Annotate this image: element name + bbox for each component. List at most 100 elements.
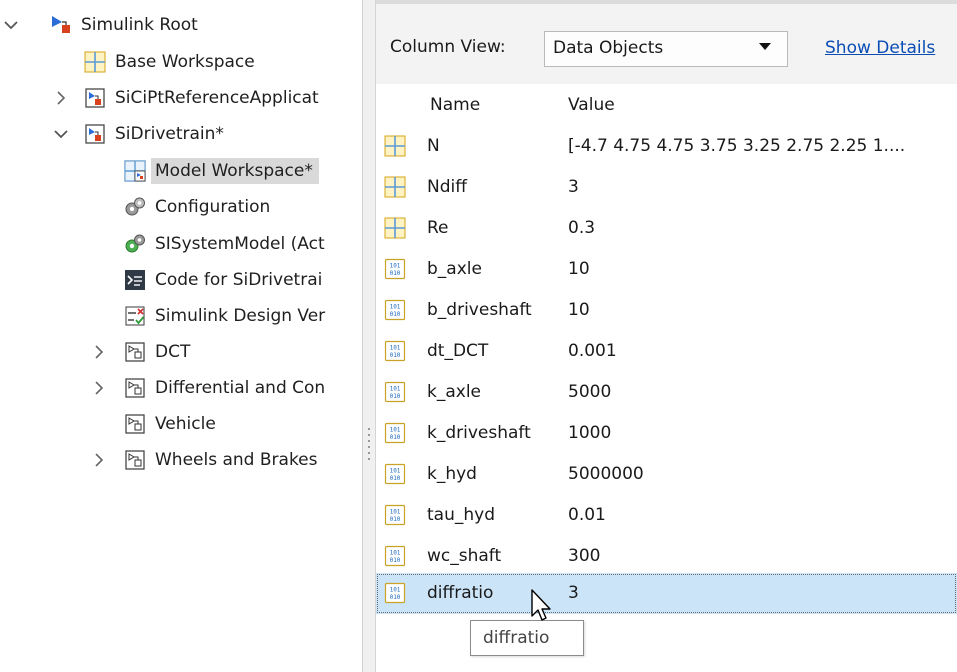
row-name: k_driveshaft: [427, 423, 531, 443]
row-value: 0.01: [568, 505, 606, 525]
binary-data-icon: [384, 422, 406, 444]
row-name: dt_DCT: [427, 341, 489, 361]
tree-node-label: Wheels and Brakes: [155, 450, 318, 470]
splitter-grip: [368, 452, 370, 454]
tree-node-configuration[interactable]: Configuration: [124, 190, 270, 224]
binary-data-icon: [384, 381, 406, 403]
tree-node-wheels-brakes[interactable]: Wheels and Brakes: [0, 443, 318, 477]
model-icon: [84, 87, 106, 109]
model-hierarchy-tree: Simulink Root Base Workspace SiCiPtRefer…: [0, 0, 362, 672]
row-name: diffratio: [427, 583, 494, 603]
row-value: [-4.7 4.75 4.75 3.75 3.25 2.75 2.25 1...…: [568, 136, 906, 156]
row-name: Re: [427, 218, 449, 238]
tree-node-design-verifier[interactable]: Simulink Design Ver: [124, 299, 325, 333]
pane-splitter[interactable]: [362, 0, 376, 672]
splitter-grip: [368, 440, 370, 442]
splitter-grip: [368, 434, 370, 436]
table-row[interactable]: Re 0.3: [376, 208, 957, 249]
tree-node-differential[interactable]: Differential and Con: [0, 371, 325, 405]
tree-node-label: Model Workspace*: [151, 158, 319, 184]
chevron-right-icon[interactable]: [88, 443, 110, 477]
gear-config-icon: [124, 196, 146, 218]
column-header-value[interactable]: Value: [568, 95, 615, 115]
column-view-label: Column View:: [390, 37, 506, 57]
table-row[interactable]: Ndiff 3: [376, 167, 957, 208]
tree-node-sidrivetrain[interactable]: SiDrivetrain*: [0, 117, 224, 151]
chevron-down-icon[interactable]: [50, 117, 72, 151]
tree-node-label: Vehicle: [155, 414, 216, 434]
mouse-pointer-icon: [531, 589, 551, 621]
row-value: 10: [568, 300, 590, 320]
tree-node-label: DCT: [155, 342, 191, 362]
table-row[interactable]: k_axle 5000: [376, 372, 957, 413]
tree-node-label: Base Workspace: [115, 52, 255, 72]
row-name: N: [427, 136, 440, 156]
row-name: wc_shaft: [427, 546, 502, 566]
tree-node-label: Simulink Design Ver: [155, 306, 326, 326]
row-name: k_hyd: [427, 464, 477, 484]
tree-node-model-workspace[interactable]: Model Workspace*: [124, 154, 319, 188]
subsystem-icon: [124, 341, 146, 363]
splitter-grip: [368, 458, 370, 460]
binary-data-icon: [384, 504, 406, 526]
name-tooltip: diffratio: [470, 620, 584, 656]
simulink-root-icon: [50, 14, 72, 36]
green-gear-config-icon: [124, 233, 146, 255]
binary-data-icon: [384, 340, 406, 362]
tree-node-vehicle[interactable]: Vehicle: [124, 407, 216, 441]
subsystem-icon: [124, 449, 146, 471]
table-row[interactable]: b_driveshaft 10: [376, 290, 957, 331]
binary-data-icon: [384, 299, 406, 321]
row-name: b_axle: [427, 259, 482, 279]
splitter-grip: [368, 428, 370, 430]
tree-node-dct[interactable]: DCT: [0, 335, 190, 369]
table-row[interactable]: k_driveshaft 1000: [376, 413, 957, 454]
chevron-down-icon[interactable]: [0, 8, 22, 42]
tree-node-simulink-root[interactable]: Simulink Root: [0, 8, 198, 42]
row-value: 0.3: [568, 218, 596, 238]
code-terminal-icon: [124, 269, 146, 291]
row-value: 5000000: [568, 464, 644, 484]
chevron-right-icon[interactable]: [50, 81, 72, 115]
binary-data-icon: [384, 582, 406, 604]
row-value: 300: [568, 546, 601, 566]
tree-node-code[interactable]: Code for SiDrivetrai: [124, 263, 322, 297]
chevron-right-icon[interactable]: [88, 371, 110, 405]
table-row[interactable]: wc_shaft 300: [376, 536, 957, 577]
tree-node-base-workspace[interactable]: Base Workspace: [84, 45, 255, 79]
model-workspace-icon: [124, 160, 146, 182]
tree-node-label: Differential and Con: [155, 378, 326, 398]
tree-node-label: Code for SiDrivetrai: [155, 270, 323, 290]
tree-node-label: SiCiPtReferenceApplicat: [115, 88, 319, 108]
data-objects-table: Name Value N [-4.7 4.75 4.75 3.75 3.25 2…: [376, 84, 957, 672]
tree-node-reference-application[interactable]: SiCiPtReferenceApplicat: [0, 81, 319, 115]
table-row[interactable]: N [-4.7 4.75 4.75 3.75 3.25 2.75 2.25 1.…: [376, 126, 957, 167]
dropdown-arrow-icon: [759, 43, 771, 50]
table-row-selected[interactable]: diffratio 3: [376, 573, 957, 614]
row-value: 3: [568, 177, 579, 197]
table-row[interactable]: tau_hyd 0.01: [376, 495, 957, 536]
row-value: 5000: [568, 382, 612, 402]
tree-node-system-model[interactable]: SISystemModel (Act: [124, 227, 325, 261]
row-name: tau_hyd: [427, 505, 495, 525]
tree-node-label: SISystemModel (Act: [155, 234, 325, 254]
column-view-dropdown[interactable]: Data Objects: [544, 31, 788, 67]
matrix-grid-icon: [384, 217, 406, 239]
row-value: 1000: [568, 423, 612, 443]
table-row[interactable]: k_hyd 5000000: [376, 454, 957, 495]
table-row[interactable]: dt_DCT 0.001: [376, 331, 957, 372]
show-details-link[interactable]: Show Details: [825, 38, 935, 58]
tooltip-text: diffratio: [483, 628, 550, 648]
row-name: Ndiff: [427, 177, 467, 197]
row-value: 10: [568, 259, 590, 279]
chevron-right-icon[interactable]: [88, 335, 110, 369]
row-name: b_driveshaft: [427, 300, 532, 320]
binary-data-icon: [384, 463, 406, 485]
binary-data-icon: [384, 258, 406, 280]
binary-data-icon: [384, 545, 406, 567]
row-value: 3: [568, 583, 579, 603]
workspace-grid-icon: [84, 51, 106, 73]
table-row[interactable]: b_axle 10: [376, 249, 957, 290]
column-header-name[interactable]: Name: [430, 95, 480, 115]
tree-node-label: Simulink Root: [81, 15, 198, 35]
